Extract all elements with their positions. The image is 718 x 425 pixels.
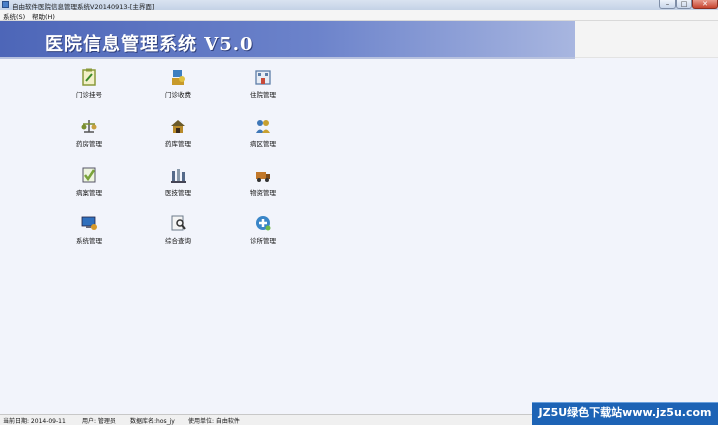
- module-label: 病案管理: [76, 189, 102, 197]
- menu-help[interactable]: 帮助(H): [32, 11, 55, 21]
- people-group-icon: [254, 117, 272, 135]
- module-button-12[interactable]: 诊所管理: [228, 214, 298, 250]
- module-label: 门诊挂号: [76, 91, 102, 99]
- menu-bar: 系统(S) 帮助(H): [0, 10, 718, 21]
- maximize-button[interactable]: □: [676, 0, 692, 9]
- module-label: 病区管理: [250, 140, 276, 148]
- clipboard-icon: [80, 68, 98, 86]
- module-label: 诊所管理: [250, 237, 276, 245]
- module-button-4[interactable]: 药房管理: [54, 117, 124, 153]
- module-button-11[interactable]: 综合查询: [143, 214, 213, 250]
- warehouse-icon: [169, 117, 187, 135]
- module-button-2[interactable]: 门诊收费: [143, 68, 213, 104]
- module-button-3[interactable]: 住院管理: [228, 68, 298, 104]
- site-watermark: JZ5U绿色下载站www.jz5u.com: [532, 402, 718, 425]
- module-button-10[interactable]: 系统管理: [54, 214, 124, 250]
- app-title: 医院信息管理系统 V5.0: [45, 34, 254, 55]
- module-label: 住院管理: [250, 91, 276, 99]
- checked-record-icon: [80, 166, 98, 184]
- module-button-8[interactable]: 医技管理: [143, 166, 213, 202]
- module-label: 门诊收费: [165, 91, 191, 99]
- module-label: 医技管理: [165, 189, 191, 197]
- banner-right-area: [575, 21, 718, 58]
- app-icon: [2, 1, 9, 8]
- module-label: 系统管理: [76, 237, 102, 245]
- module-label: 药房管理: [76, 140, 102, 148]
- minimize-button[interactable]: –: [659, 0, 676, 9]
- close-button[interactable]: ✕: [692, 0, 718, 9]
- module-button-7[interactable]: 病案管理: [54, 166, 124, 202]
- menu-system[interactable]: 系统(S): [3, 11, 25, 21]
- lab-instruments-icon: [169, 166, 187, 184]
- scale-icon: [80, 117, 98, 135]
- search-document-icon: [169, 214, 187, 232]
- computer-settings-icon: [80, 214, 98, 232]
- clinic-network-icon: [254, 214, 272, 232]
- truck-icon: [254, 166, 272, 184]
- module-button-9[interactable]: 物资管理: [228, 166, 298, 202]
- cashier-icon: [169, 68, 187, 86]
- module-button-6[interactable]: 病区管理: [228, 117, 298, 153]
- module-label: 综合查询: [165, 237, 191, 245]
- module-button-5[interactable]: 药库管理: [143, 117, 213, 153]
- header-banner: 医院信息管理系统 V5.0: [0, 21, 575, 57]
- ward-building-icon: [254, 68, 272, 86]
- module-label: 物资管理: [250, 189, 276, 197]
- module-label: 药库管理: [165, 140, 191, 148]
- module-button-1[interactable]: 门诊挂号: [54, 68, 124, 104]
- banner-divider: [0, 57, 575, 59]
